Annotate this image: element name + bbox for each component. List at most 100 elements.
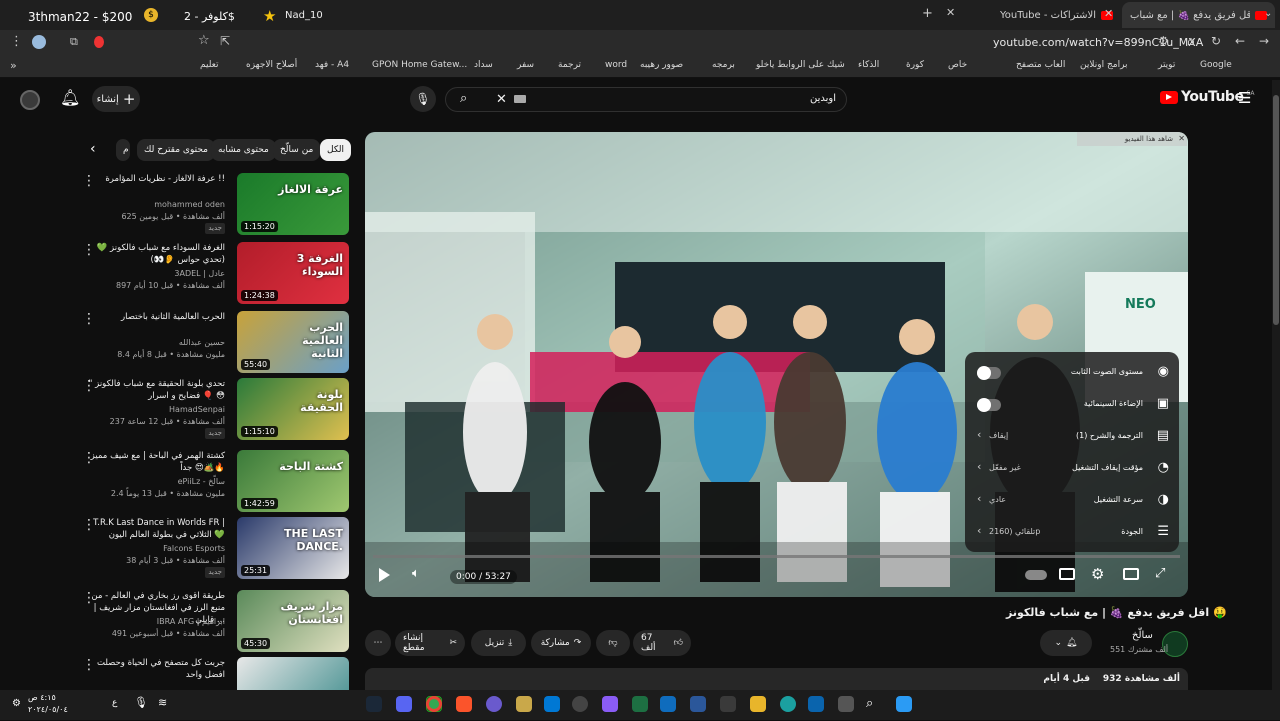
more-options-icon[interactable]: ⋮ — [82, 242, 96, 258]
description-box[interactable]: 932 ألف مشاهدة قبل 4 أيام — [365, 668, 1188, 690]
dislike-button[interactable]: 👎︎ — [596, 630, 630, 656]
related-video-title[interactable]: T.R.K Last Dance in Worlds FR | الثلاثي … — [85, 517, 225, 541]
related-video-title[interactable]: عرفة الالغاز - نظريات المؤامرة !! — [85, 173, 225, 185]
related-video-title[interactable]: كشتة الهمر في الباحة | مع شيف مميز جداً … — [85, 450, 225, 474]
bookmark-item[interactable]: تويتر — [1158, 60, 1175, 70]
promo-overlay[interactable]: شاهد هذا الفيديو ✕ — [1077, 132, 1187, 146]
like-button[interactable]: 67 ألف 👍︎ — [633, 630, 691, 656]
bookmark-item[interactable]: الذكاء — [858, 60, 879, 70]
play-icon[interactable] — [379, 568, 390, 582]
bookmark-item[interactable]: برمجه — [712, 60, 735, 70]
pen-icon[interactable] — [602, 696, 618, 712]
search-icon[interactable]: ⌕ — [460, 91, 467, 106]
related-video-item[interactable]: THE LAST DANCE. 25:31 T.R.K Last Dance in … — [0, 517, 350, 581]
calculator-icon[interactable] — [720, 696, 736, 712]
volume-icon[interactable]: 🔈︎ — [412, 566, 420, 581]
mail-icon[interactable] — [808, 696, 824, 712]
new-tab-icon[interactable]: + — [922, 6, 933, 21]
bookmark-item[interactable]: شيك على الروابط ياخلو — [756, 60, 845, 70]
settings-menu-item[interactable]: ☰ الجودة تلقائي (2160p ‹ — [965, 518, 1179, 548]
settings-gear-icon[interactable]: ⚙ — [1091, 565, 1104, 583]
back-icon[interactable]: ← — [1235, 34, 1245, 48]
chip-all[interactable]: الكل — [320, 139, 352, 161]
tab-search-icon[interactable]: ⌄ — [1264, 8, 1272, 19]
share-page-icon[interactable]: ⇱ — [220, 34, 230, 48]
edge-icon[interactable] — [780, 696, 796, 712]
url-field[interactable]: youtube.com/watch?v=899nC1u_MXA — [993, 36, 1203, 49]
related-video-item[interactable]: مزار شريف افغانستان 45:30 طريقة اقوى رز بخ… — [0, 590, 350, 654]
share-button[interactable]: مشاركة ↷ — [531, 630, 591, 656]
related-video-channel[interactable]: حسين عبدالله — [179, 337, 225, 348]
related-video-channel[interactable]: IBRA AFG | ابراهيم — [157, 616, 225, 627]
windows-start-icon[interactable] — [896, 696, 912, 712]
download-button[interactable]: تنزيل ⤓ — [471, 630, 526, 656]
keyboard-icon[interactable] — [514, 95, 526, 103]
related-video-item[interactable]: عرفة الالغاز 1:15:20 عرفة الالغاز - نظريات… — [0, 173, 350, 237]
more-options-icon[interactable]: ⋮ — [82, 173, 96, 189]
settings-menu-item[interactable]: ▤ الترجمة والشرح (1) إيقاف ‹ — [965, 422, 1179, 452]
related-video-channel[interactable]: 3ADEL | عادل — [174, 268, 225, 279]
channel-name[interactable]: سالّخ — [1132, 630, 1153, 641]
more-options-icon[interactable]: ⋮ — [82, 450, 96, 466]
bookmark-star-icon[interactable]: ☆ — [198, 33, 210, 48]
video-thumbnail[interactable]: بلونة الحقيقة 1:15:10 — [237, 378, 349, 440]
wifi-tray-icon[interactable]: ≋ — [158, 696, 167, 709]
related-video-item[interactable]: كشتة الباحة 1:42:59 كشتة الهمر في الباحة |… — [0, 450, 350, 514]
page-scrollbar[interactable] — [1272, 80, 1280, 690]
video-thumbnail[interactable]: كشتة الباحة 1:42:59 — [237, 450, 349, 512]
more-options-icon[interactable]: ⋮ — [82, 517, 96, 533]
settings-toggle[interactable] — [977, 398, 1001, 412]
site-settings-icon[interactable]: ⚙ — [1158, 34, 1169, 48]
related-video-channel[interactable]: HamadSenpai — [169, 404, 225, 415]
bookmark-item[interactable]: ترجمة — [558, 60, 581, 70]
more-options-icon[interactable]: ⋮ — [82, 657, 96, 673]
home-icon[interactable]: ⌂ — [1187, 34, 1195, 48]
video-thumbnail[interactable]: عرفة الالغاز 1:15:20 — [237, 173, 349, 235]
voice-search-icon[interactable]: 🎙︎ — [410, 86, 436, 112]
clip-button[interactable]: إنشاء مقطع ✂ — [395, 630, 465, 656]
brave-icon[interactable] — [456, 696, 472, 712]
word-icon[interactable] — [690, 696, 706, 712]
excel-icon[interactable] — [632, 696, 648, 712]
app-icon[interactable] — [486, 696, 502, 712]
clear-search-icon[interactable]: ✕ — [496, 92, 507, 107]
chips-prev-icon[interactable]: ‹ — [90, 141, 96, 157]
create-button[interactable]: إنشاء + — [92, 86, 140, 112]
bookmark-item[interactable]: Google — [1200, 60, 1232, 70]
bookmark-item[interactable]: كورة — [906, 60, 924, 70]
more-options-icon[interactable]: ⋮ — [82, 590, 96, 606]
related-video-item[interactable]: الحرب العالمية الثانية 55:40 الحرب العالمي… — [0, 311, 350, 375]
bookmark-item[interactable]: GPON Home Gatew... — [372, 60, 467, 70]
hamburger-menu-icon[interactable]: ☰ — [1238, 89, 1251, 107]
settings-menu-item[interactable]: ◉ مستوى الصوت الثابت — [965, 358, 1179, 388]
chip-from-channel[interactable]: من سالّخ — [273, 139, 321, 161]
related-video-title[interactable]: الحرب العالمية الثانية باختصار — [85, 311, 225, 323]
account-avatar[interactable] — [20, 90, 40, 110]
fullscreen-icon[interactable]: ⤢ — [1155, 566, 1165, 581]
extension-title[interactable]: 3thman22 - $200 — [28, 10, 132, 24]
bookmark-item[interactable]: خاص — [948, 60, 967, 70]
menu-dots-icon[interactable]: ⋮ — [10, 34, 23, 49]
input-language[interactable]: ع — [112, 698, 117, 708]
bookmark-item[interactable]: تعليم — [200, 60, 219, 70]
profile-icon[interactable] — [32, 35, 46, 49]
chip-partial[interactable]: م — [116, 139, 130, 161]
chrome-icon[interactable] — [426, 696, 442, 712]
search-input[interactable]: اوبدين — [810, 93, 836, 104]
chip-related[interactable]: محتوى مشابه — [211, 139, 276, 161]
related-video-item[interactable]: الغرفة 3 السوداء 1:24:38 الغرفة السوداء مع… — [0, 242, 350, 306]
close-tab-icon[interactable]: ✕ — [946, 6, 955, 19]
related-video-title[interactable]: الغرفة السوداء مع شباب فالكونز 💚 (تحدي ح… — [85, 242, 225, 266]
steam-icon[interactable] — [366, 696, 382, 712]
forward-icon[interactable]: → — [1259, 34, 1269, 48]
store-icon[interactable] — [544, 696, 560, 712]
video-thumbnail[interactable]: الغرفة 3 السوداء 1:24:38 — [237, 242, 349, 304]
bookmark-item[interactable]: برامج اونلاين — [1080, 60, 1128, 70]
related-video-channel[interactable]: ePiiLz - سالّخ — [178, 476, 225, 487]
folder-icon[interactable] — [750, 696, 766, 712]
related-video-title[interactable]: جربت كل متصفح في الحياة وحصلت افضل واحد — [85, 657, 225, 681]
scroll-thumb[interactable] — [1273, 95, 1279, 325]
related-video-title[interactable]: " تحدي بلونة الحقيقة مع شباب فالكونز 🎈 ف… — [85, 378, 226, 402]
more-options-icon[interactable]: ⋮ — [82, 311, 96, 327]
bookmark-item[interactable]: أصلاح الاجهزه — [246, 60, 297, 70]
